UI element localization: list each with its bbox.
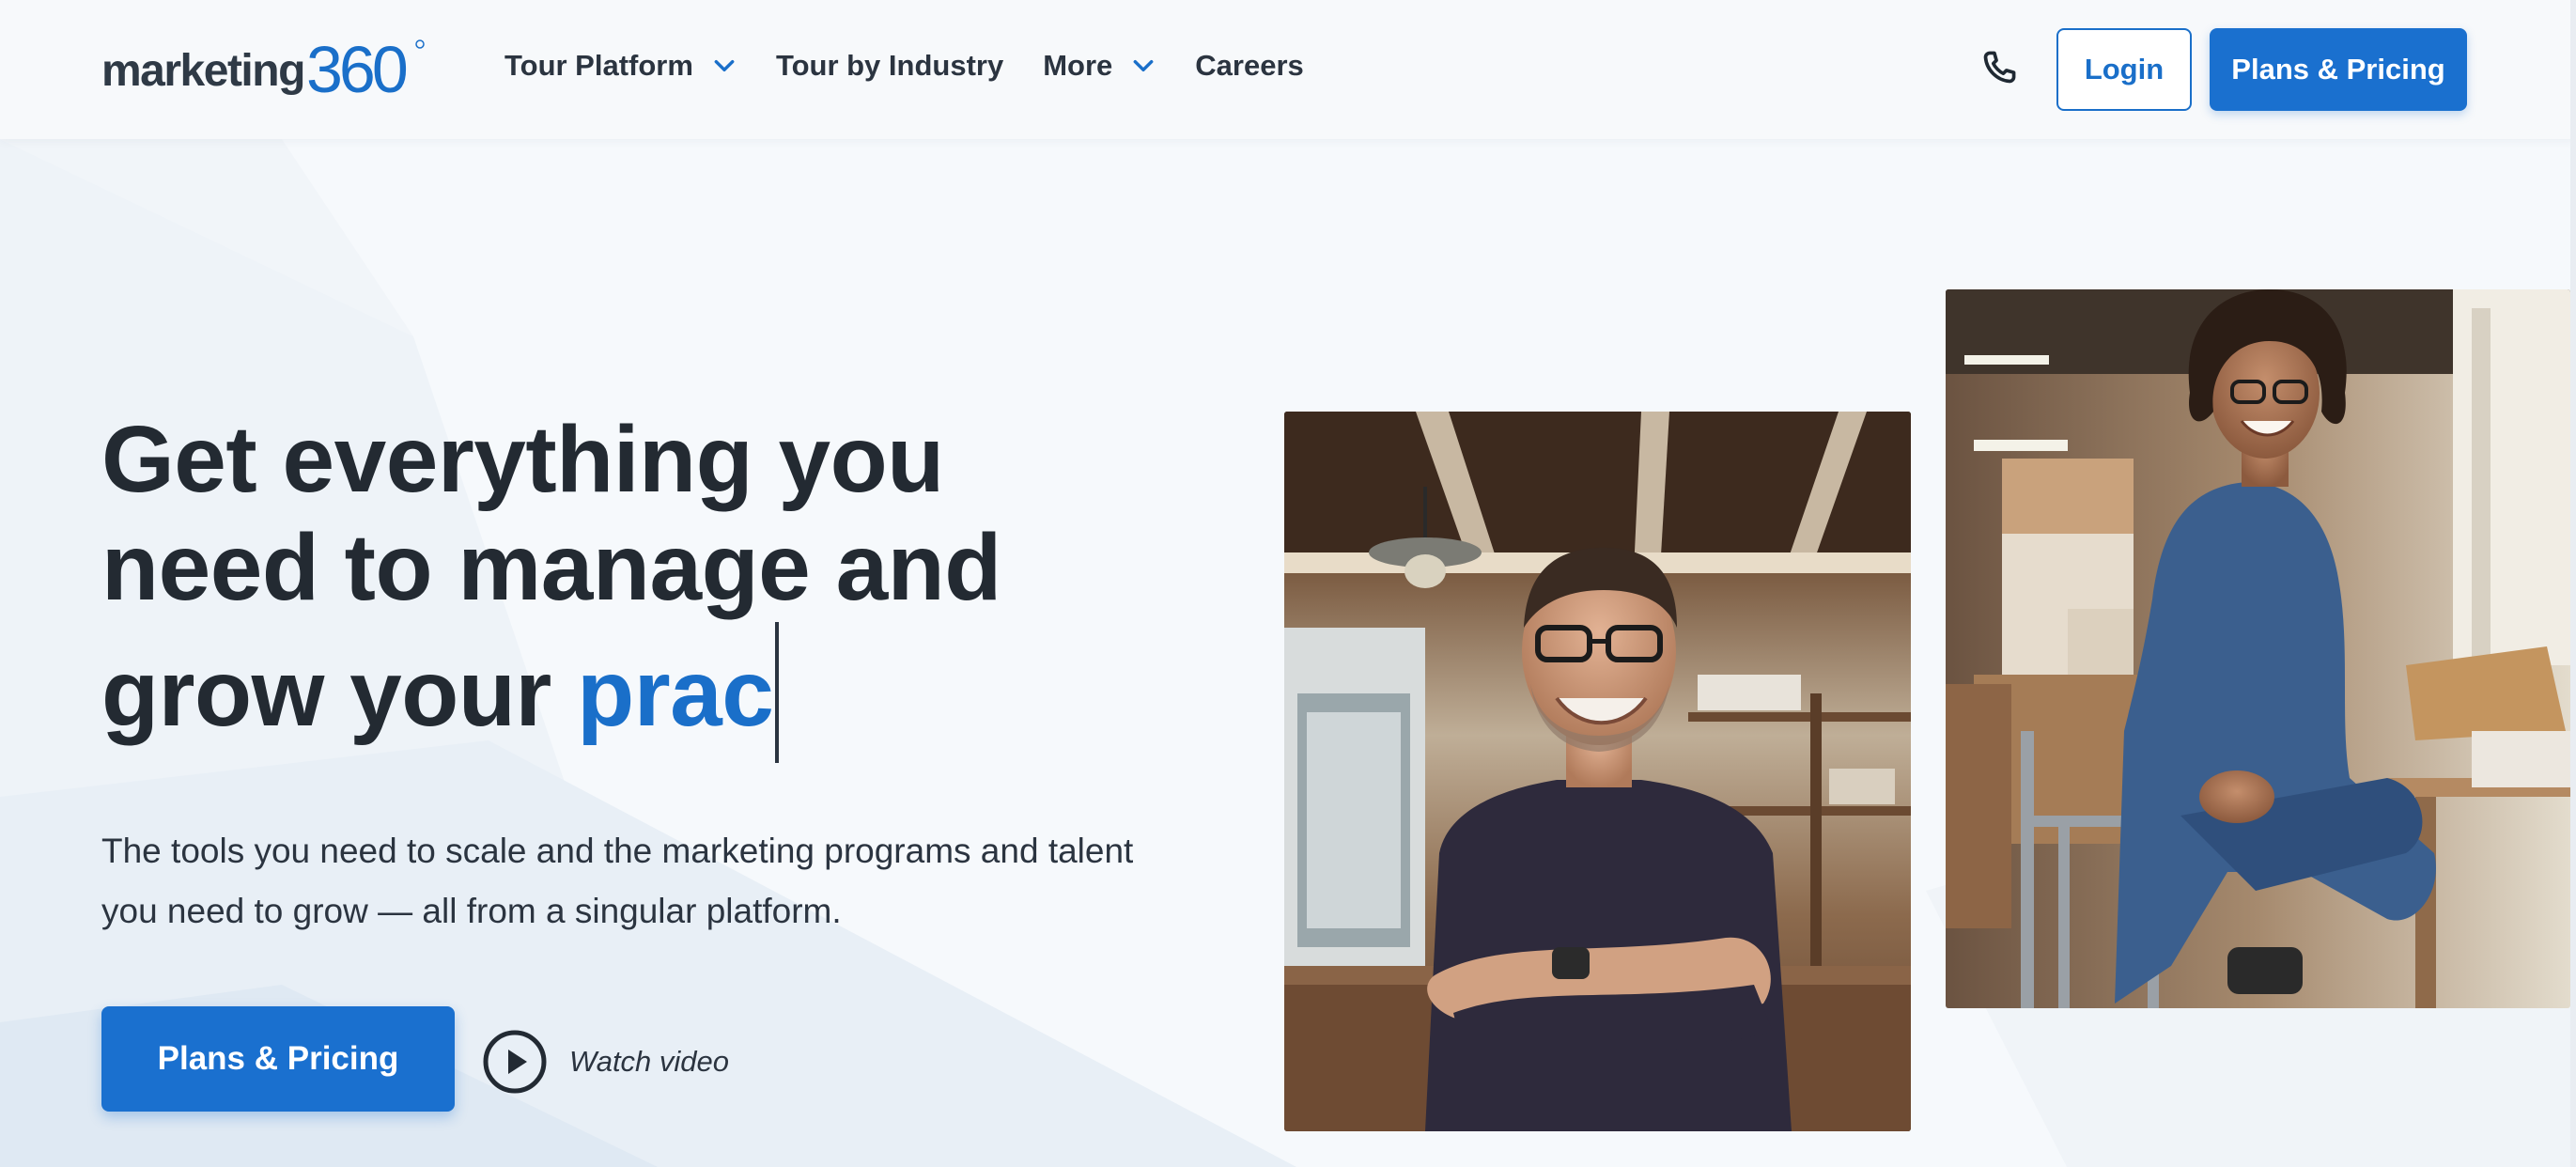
- watch-video-label: Watch video: [569, 1045, 730, 1078]
- login-button[interactable]: Login: [2056, 28, 2192, 111]
- nav-tour-platform[interactable]: Tour Platform: [504, 49, 737, 83]
- svg-text:360: 360: [306, 36, 407, 100]
- scrollbar-edge[interactable]: [2570, 0, 2576, 1167]
- photo-smiling-woman: [1946, 289, 2570, 1008]
- marketing360-logo[interactable]: marketing 360: [101, 36, 426, 100]
- hero-title-typed-word: prac: [577, 641, 774, 746]
- nav-more-label: More: [1043, 49, 1113, 82]
- nav-more[interactable]: More: [1043, 49, 1156, 83]
- main-nav: Tour Platform Tour by Industry More Care…: [504, 43, 1304, 88]
- hero-title-static: Get everything you need to manage and gr…: [101, 407, 1001, 746]
- hero-subtitle: The tools you need to scale and the mark…: [101, 832, 1134, 930]
- nav-tour-by-industry[interactable]: Tour by Industry: [776, 49, 1003, 83]
- plans-pricing-cta-button[interactable]: Plans & Pricing: [101, 1006, 455, 1112]
- svg-text:marketing: marketing: [101, 46, 304, 96]
- chevron-down-icon: [714, 59, 735, 72]
- play-circle-icon: [483, 1030, 547, 1094]
- site-header: marketing 360 Tour Platform Tour by Indu…: [0, 0, 2576, 139]
- hero-title: Get everything you need to manage and gr…: [101, 406, 1116, 763]
- chevron-down-icon: [1133, 59, 1154, 72]
- phone-icon[interactable]: [1979, 47, 2020, 88]
- plans-pricing-header-button[interactable]: Plans & Pricing: [2210, 28, 2467, 111]
- photo-smiling-man: [1284, 412, 1911, 1131]
- nav-tour-platform-label: Tour Platform: [504, 49, 693, 82]
- nav-careers-label: Careers: [1195, 49, 1304, 82]
- nav-careers[interactable]: Careers: [1195, 49, 1303, 83]
- typing-caret: [775, 622, 780, 763]
- nav-tour-by-industry-label: Tour by Industry: [775, 49, 1004, 82]
- watch-video-link[interactable]: Watch video: [483, 1029, 729, 1095]
